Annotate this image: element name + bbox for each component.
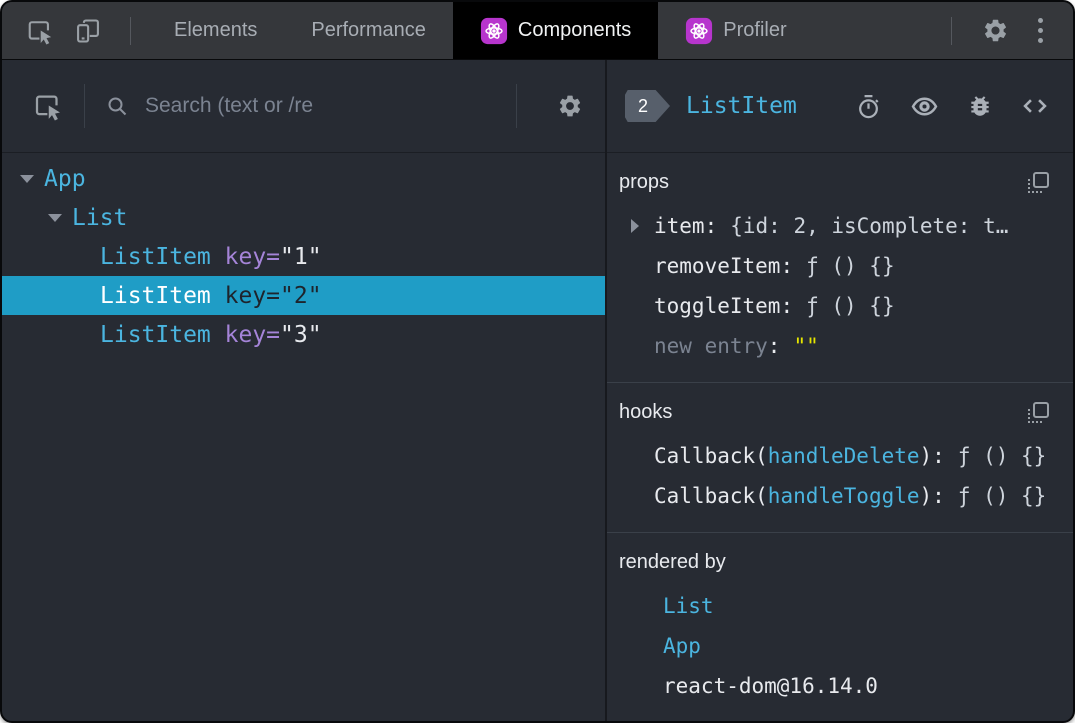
tab-label: Performance	[311, 19, 426, 41]
rendered-by-row: App	[607, 626, 1073, 666]
inspect-element-icon[interactable]	[24, 2, 56, 59]
hook-type: Callback(	[654, 444, 768, 468]
owners-count: 2	[638, 95, 649, 116]
hook-suffix: ):	[919, 444, 945, 468]
selected-component-title: ListItem	[686, 93, 797, 119]
suspense-stopwatch-icon[interactable]	[855, 93, 882, 120]
tab-elements[interactable]: Elements	[147, 2, 284, 59]
owner-link-app[interactable]: App	[663, 634, 701, 658]
tree-row-app[interactable]: App	[2, 159, 605, 198]
tab-label: Components	[517, 19, 632, 41]
expander-icon[interactable]	[631, 219, 654, 233]
prop-row-new-entry[interactable]: new entry: ""	[607, 326, 1073, 366]
renderer-version: react-dom@16.14.0	[663, 674, 878, 698]
settings-gear-icon[interactable]	[980, 2, 1010, 59]
hook-name: handleToggle	[767, 484, 920, 508]
copy-hooks-icon[interactable]	[1028, 402, 1049, 423]
hook-value: ƒ () {}	[957, 444, 1047, 468]
colon: :	[704, 214, 718, 238]
colon: :	[780, 254, 794, 278]
prop-name: removeItem	[654, 254, 781, 278]
toolbar-divider	[951, 16, 952, 45]
tree-row-listitem-3[interactable]: ListItem key= "3"	[2, 315, 605, 354]
inspect-dom-eye-icon[interactable]	[910, 92, 939, 121]
owner-link-list[interactable]: List	[663, 594, 714, 618]
react-logo-icon	[685, 17, 713, 45]
component-name: ListItem	[100, 321, 211, 348]
colon: :	[767, 334, 781, 358]
key-attr: key=	[224, 282, 281, 309]
prop-row-removeitem: removeItem: ƒ () {}	[607, 246, 1073, 286]
rendered-by-section: rendered by List App react-dom@16.14.0	[607, 532, 1073, 721]
tab-performance[interactable]: Performance	[284, 2, 453, 59]
tree-toolbar	[2, 60, 605, 153]
toolbar-divider	[84, 84, 85, 128]
new-entry-value[interactable]: ""	[793, 334, 818, 358]
hook-value: ƒ () {}	[957, 484, 1047, 508]
prop-value: ƒ () {}	[806, 254, 895, 278]
tab-label: Elements	[174, 19, 258, 41]
hooks-section: hooks Callback(handleDelete): ƒ () {} Cal…	[607, 382, 1073, 532]
prop-value: ƒ () {}	[806, 294, 895, 318]
search-icon	[105, 94, 129, 118]
tab-label: Profiler	[723, 19, 787, 41]
key-value: "3"	[280, 321, 322, 348]
hook-name: handleDelete	[767, 444, 920, 468]
prop-name: item	[654, 214, 705, 238]
hooks-section-label: hooks	[619, 401, 673, 423]
details-scroll-area: props item: {id: 2, isComplete: t… remove…	[607, 153, 1073, 721]
hook-type: Callback(	[654, 484, 768, 508]
component-tree: App List ListItem key= "1" ListItem key= "…	[2, 153, 605, 721]
hook-suffix: ):	[919, 484, 945, 508]
tree-row-list[interactable]: List	[2, 198, 605, 237]
tree-row-listitem-1[interactable]: ListItem key= "1"	[2, 237, 605, 276]
react-logo-icon	[480, 17, 508, 45]
key-attr: key=	[224, 321, 281, 348]
owners-stack-badge: 2	[625, 90, 671, 122]
prop-row-item: item: {id: 2, isComplete: t…	[607, 206, 1073, 246]
components-panel: App List ListItem key="1" ListItem key="…	[2, 60, 1073, 721]
prop-row-toggleitem: toggleItem: ƒ () {}	[607, 286, 1073, 326]
props-section: props item: {id: 2, isComplete: t… remove…	[607, 153, 1073, 382]
toolbar-divider	[516, 84, 517, 128]
toolbar-divider	[130, 16, 131, 45]
tab-components[interactable]: Components	[452, 2, 659, 59]
devtools-window: Elements Performance Components Profiler…	[0, 0, 1075, 723]
key-value: "1"	[280, 243, 322, 270]
component-name: App	[44, 165, 86, 192]
props-section-label: props	[619, 171, 670, 193]
prop-value: {id: 2, isComplete: t…	[730, 214, 1009, 238]
rendered-by-row: List	[607, 586, 1073, 626]
colon: :	[780, 294, 794, 318]
rendered-by-label: rendered by	[619, 551, 726, 573]
view-source-code-icon[interactable]	[1021, 92, 1049, 120]
key-attr: key=	[224, 243, 281, 270]
log-data-bug-icon[interactable]	[967, 93, 993, 119]
devtools-tab-bar: Elements Performance Components Profiler	[2, 2, 1073, 60]
key-value: "2"	[280, 282, 322, 309]
tree-row-listitem-2-selected[interactable]: ListItem key= "2"	[2, 276, 605, 315]
component-details-panel: 2 ListItem props item: {id: 2, isComple…	[607, 60, 1073, 721]
expander-icon[interactable]	[18, 174, 36, 183]
search-input[interactable]	[143, 93, 496, 119]
tab-profiler[interactable]: Profiler	[658, 2, 813, 59]
hook-row-handletoggle: Callback(handleToggle): ƒ () {}	[607, 476, 1073, 516]
expander-icon[interactable]	[46, 213, 64, 222]
more-options-kebab-icon[interactable]	[1038, 2, 1043, 59]
component-tree-panel: App List ListItem key="1" ListItem key="…	[2, 60, 607, 721]
prop-name: toggleItem	[654, 294, 781, 318]
details-header: 2 ListItem	[607, 60, 1073, 153]
hook-row-handledelete: Callback(handleDelete): ƒ () {}	[607, 436, 1073, 476]
component-name: ListItem	[100, 282, 211, 309]
device-toolbar-icon[interactable]	[72, 2, 104, 59]
component-name: ListItem	[100, 243, 211, 270]
tree-settings-gear-icon[interactable]	[557, 93, 583, 119]
rendered-by-row: react-dom@16.14.0	[607, 666, 1073, 706]
new-entry-placeholder[interactable]: new entry	[654, 334, 768, 358]
copy-props-icon[interactable]	[1028, 172, 1049, 193]
component-name: List	[72, 204, 128, 231]
select-component-icon[interactable]	[32, 91, 64, 121]
